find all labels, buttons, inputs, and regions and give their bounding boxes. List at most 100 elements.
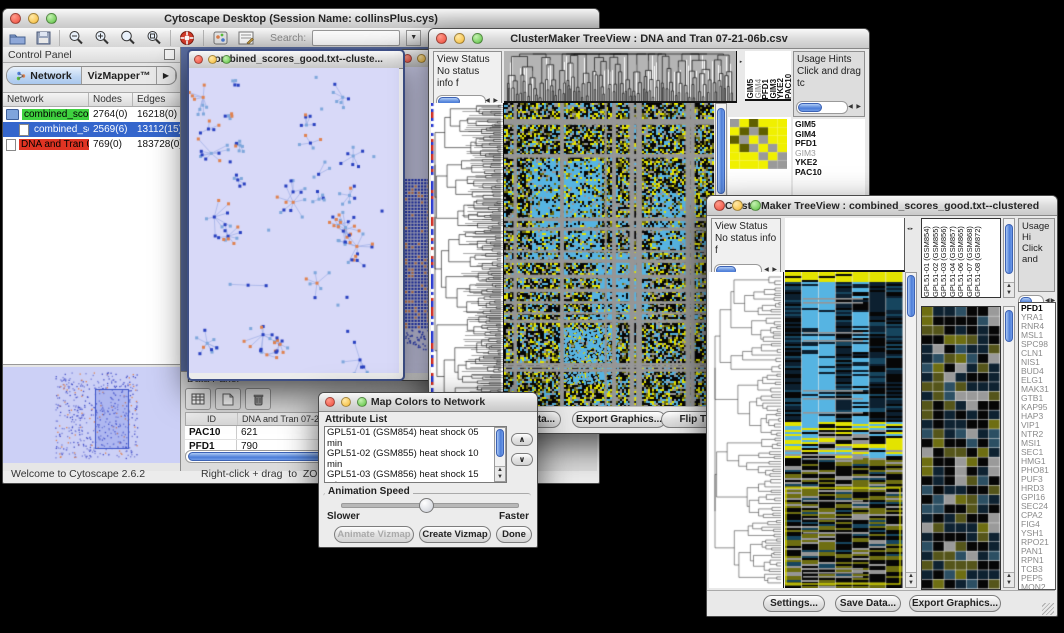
network1-titlebar[interactable]: combined_scores_good.txt--cluste... [189,51,403,69]
done-button[interactable]: Done [496,526,532,543]
tv1-hints-scrollbar[interactable] [796,101,848,114]
edges-count: 183728(0) [133,139,180,150]
network1-canvas[interactable] [189,68,399,373]
minimize-button[interactable] [417,54,426,63]
status-welcome: Welcome to Cytoscape 2.6.2 [11,468,145,480]
search-input[interactable] [312,30,400,46]
resize-grip[interactable] [1042,603,1054,615]
minimize-button[interactable] [341,397,351,407]
col-edges[interactable]: Edges [133,93,180,106]
list-item[interactable]: GPL51-03 (GSM856) heat shock 15 min [327,470,494,483]
zoom-button[interactable] [46,13,57,24]
zoom-button[interactable] [357,397,367,407]
dialog-titlebar[interactable]: Map Colors to Network [319,393,537,412]
zoom-button[interactable] [222,55,231,64]
tv2-save-data-button[interactable]: Save Data... [835,595,901,612]
control-panel-tabs: Network VizMapper™ ▶ [6,66,177,85]
main-titlebar[interactable]: Cytoscape Desktop (Session Name: collins… [3,9,599,29]
list-item[interactable]: GPL51-01 (GSM854) heat shock 05 min [327,428,494,449]
table-grid-icon[interactable] [185,388,211,410]
zoom-selected-icon[interactable] [118,29,138,46]
scroll-arrows[interactable]: ▲▼ [1004,282,1014,297]
nodes-count: 2764(0) [89,109,133,120]
tabs-overflow-button[interactable]: ▶ [157,67,176,84]
zoom-button[interactable] [750,200,761,211]
speed-slider-thumb[interactable] [419,498,434,513]
zoom-in-icon[interactable] [92,29,112,46]
chevron-right-icon: ▶ [163,71,169,80]
close-button[interactable] [325,397,335,407]
list-item: MON2 [1021,583,1055,590]
col-nodes[interactable]: Nodes [89,93,133,106]
minimize-button[interactable] [732,200,743,211]
tv2-splitter-arrows[interactable]: ◂▸ [907,226,914,232]
list-item: PFD1 [762,79,769,99]
close-button[interactable] [714,200,725,211]
tv1-splitter-arrows[interactable]: ▸ [738,59,744,66]
create-vizmap-button[interactable]: Create Vizmap [419,526,491,543]
main-window-title: Cytoscape Desktop (Session Name: collins… [3,13,599,25]
button-label: Save Data... [840,598,896,609]
network-table-row[interactable]: combined_sco2569(6)13112(15) [3,122,180,137]
button-label: Export Graphics... [576,414,662,425]
treeview1-titlebar[interactable]: ClusterMaker TreeView : DNA and Tran 07-… [429,29,869,49]
close-button[interactable] [10,13,21,24]
attribute-list[interactable]: GPL51-01 (GSM854) heat shock 05 minGPL51… [324,426,507,483]
tv1-export-graphics-button[interactable]: Export Graphics... [572,411,666,428]
list-item: GPL51-08 (GSM872) [974,219,982,297]
close-button[interactable] [436,33,447,44]
new-document-icon[interactable] [215,388,241,410]
tv2-heatmap[interactable] [785,272,903,588]
tab-vizmapper[interactable]: VizMapper™ [82,67,157,84]
minimize-button[interactable] [28,13,39,24]
tv2-settings-button[interactable]: Settings... [763,595,825,612]
edges-count: 13112(15) [133,124,180,135]
close-button[interactable] [194,55,203,64]
scroll-arrows[interactable]: ▲▼ [495,466,505,481]
treeview1-title: ClusterMaker TreeView : DNA and Tran 07-… [429,33,869,45]
trash-icon[interactable] [245,388,271,410]
network-table-row[interactable]: combined_scores2764(0)16218(0) [3,107,180,122]
form-icon[interactable] [236,29,256,46]
list-item[interactable]: GPL51-02 (GSM855) heat shock 10 min [327,449,494,470]
tv1-row-dendrogram[interactable] [431,103,504,406]
minimize-button[interactable] [454,33,465,44]
help-lifering-icon[interactable] [177,29,197,46]
data-col-id[interactable]: ID [186,413,238,425]
treeview2-titlebar[interactable]: ClusterMaker TreeView : combined_scores_… [707,196,1057,216]
list-item: GPL51-07 (GSM868) [966,219,974,297]
tv2-zoom-vscrollbar[interactable]: ▲▼ [1003,306,1015,588]
annotation-icon[interactable] [210,29,230,46]
tab-network[interactable]: Network [7,67,82,84]
tv2-zoom-heatmap[interactable] [921,306,1001,590]
attribute-down-button[interactable]: ∨ [511,453,533,466]
scroll-arrows[interactable]: ▲▼ [906,572,916,587]
zoom-fit-icon[interactable] [144,29,164,46]
tv2-export-graphics-button[interactable]: Export Graphics... [909,595,1001,612]
birdseye-view[interactable] [3,367,180,463]
zoom-out-icon[interactable] [66,29,86,46]
tv2-row-dendrogram[interactable] [709,272,784,588]
search-dropdown-button[interactable]: ▼ [406,30,421,46]
scroll-arrows[interactable]: ▲▼ [1004,572,1014,587]
open-folder-icon[interactable] [7,29,27,46]
tv2-collabel-vscrollbar[interactable]: ▲▼ [1003,218,1015,298]
tv1-column-dendrogram[interactable] [504,51,737,103]
tv2-heatmap-vscrollbar[interactable]: ▲▼ [905,272,917,588]
col-network[interactable]: Network [3,93,89,106]
list-item: GPL51-04 (GSM857) [949,219,957,297]
down-arrow-icon: ∨ [519,455,526,464]
attribute-list-vscrollbar[interactable]: ▲▼ [494,427,506,482]
save-icon[interactable] [33,29,53,46]
tv1-heatmap[interactable] [504,103,714,406]
zoom-button[interactable] [472,33,483,44]
float-panel-icon[interactable] [164,49,175,60]
attribute-up-button[interactable]: ∧ [511,433,533,446]
network-table-row[interactable]: DNA and Tran 07769(0)183728(0) [3,137,180,152]
scroll-arrows[interactable]: ◀ ▶ [848,101,862,113]
tv2-array-tree-area [785,218,905,272]
minimize-button[interactable] [208,55,217,64]
animate-vizmap-button[interactable]: Animate Vizmap [334,526,414,543]
button-label: Animate Vizmap [337,529,410,540]
tv1-view-status: View Status No status info f ◀ ▶ [433,51,502,111]
